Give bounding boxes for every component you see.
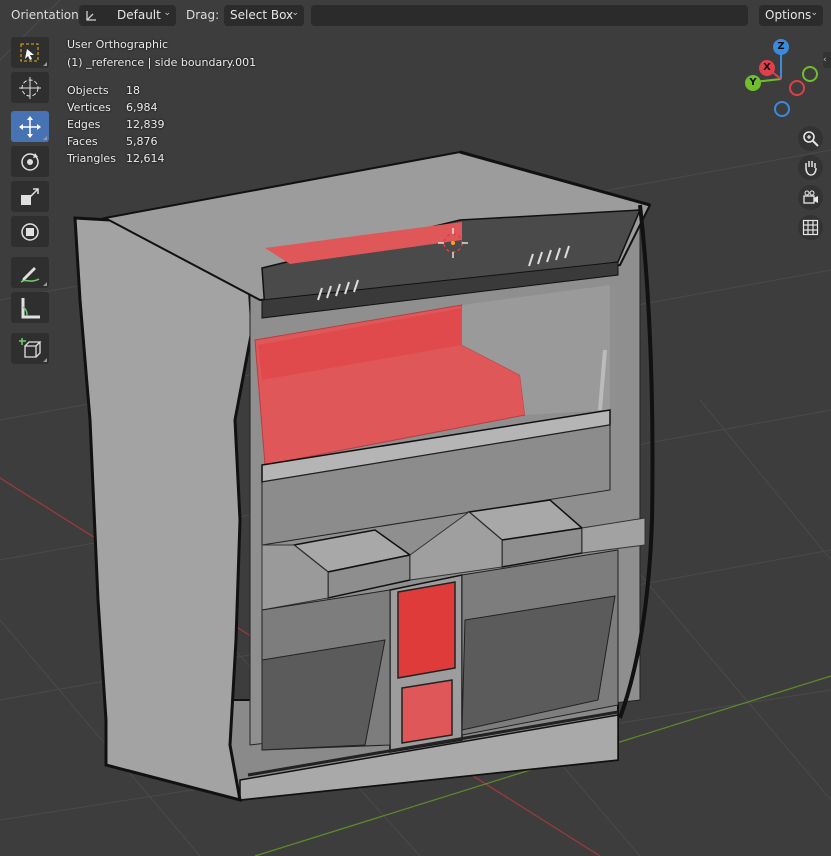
zoom-button[interactable] [798,126,823,151]
chevron-down-icon: ⌄ [291,8,299,18]
measure-tool[interactable] [11,292,49,323]
pencil-icon [20,267,40,283]
cursor-tool[interactable] [11,72,49,103]
move-tool[interactable] [11,111,49,142]
transform-orientation-icon [86,11,96,21]
tool-submenu-indicator [43,136,47,140]
options-dropdown[interactable]: Options ⌄ [759,5,823,26]
orientation-dropdown[interactable]: Default ⌄ [79,5,176,26]
annotate-tool[interactable] [11,257,49,288]
viewport-header: Orientation: Default ⌄ Drag: Select Box … [0,0,831,30]
drag-dropdown[interactable]: Select Box ⌄ [224,5,304,26]
gizmo-neg-z-axis[interactable] [774,101,790,117]
gizmo-z-axis[interactable]: Z [773,39,789,55]
view-name: User Orthographic [67,38,169,51]
chevron-down-icon: ⌄ [810,8,818,18]
select-box-tool[interactable] [11,37,49,68]
orientation-label: Orientation: [11,8,83,22]
scene-canvas[interactable] [0,0,831,856]
add-cube-tool[interactable] [11,333,49,364]
camera-view-button[interactable] [798,185,823,210]
transform-icon [21,223,39,241]
3d-viewport[interactable]: Orientation: Default ⌄ Drag: Select Box … [0,0,831,856]
header-empty-field [311,5,748,26]
camera-icon [803,190,818,204]
options-label: Options [765,8,812,22]
drag-label: Drag: [186,8,220,22]
cursor-icon [19,77,41,99]
tool-submenu-indicator [43,282,47,286]
perspective-toggle-button[interactable] [798,215,823,240]
ruler-icon [21,298,40,319]
rotate-icon [21,153,39,171]
select-box-icon [20,43,39,62]
transform-tool[interactable] [11,216,49,247]
gizmo-neg-y-axis[interactable] [802,66,818,82]
gizmo-neg-x-axis[interactable] [789,80,805,96]
drag-value: Select Box [230,8,294,22]
scale-tool[interactable] [11,181,49,212]
gizmo-y-axis[interactable]: Y [745,75,761,91]
zoom-in-icon [803,131,819,147]
scale-icon [21,188,39,205]
active-object-name: (1) _reference | side boundary.001 [67,56,257,69]
navigation-gizmo[interactable]: Z Y X [740,38,822,120]
move-arrows-icon [19,116,41,138]
sidebar-toggle[interactable]: ‹ [823,52,831,68]
hand-icon [805,161,817,176]
grid-icon [802,219,819,236]
tool-submenu-indicator [43,358,47,362]
pan-button[interactable] [798,155,823,180]
gizmo-x-axis[interactable]: X [759,60,775,76]
tool-submenu-indicator [43,62,47,66]
chevron-down-icon: ⌄ [163,8,171,18]
add-cube-icon [19,338,42,358]
rotate-tool[interactable] [11,146,49,177]
orientation-value: Default [117,8,161,22]
